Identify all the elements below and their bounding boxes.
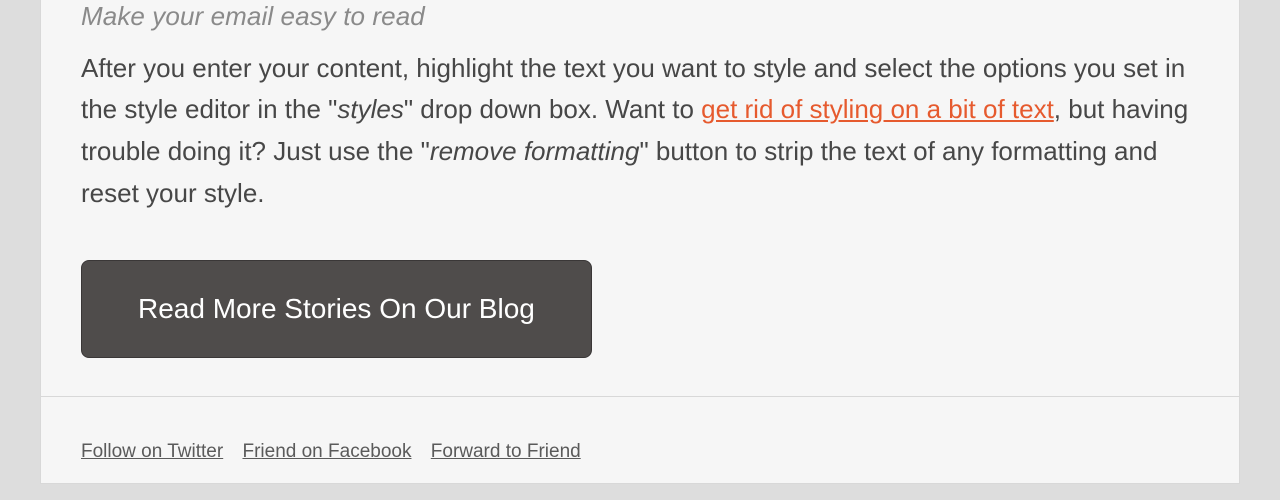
footer-link-facebook[interactable]: Friend on Facebook xyxy=(242,441,411,462)
read-more-button[interactable]: Read More Stories On Our Blog xyxy=(81,260,592,358)
footer-link-forward[interactable]: Forward to Friend xyxy=(431,441,581,462)
footer-link-twitter[interactable]: Follow on Twitter xyxy=(81,441,223,462)
footer-links: Follow on Twitter Friend on Facebook For… xyxy=(81,441,1199,463)
email-card: Make your email easy to read After you e… xyxy=(40,0,1240,484)
styles-term: styles xyxy=(337,94,403,124)
content-region: Make your email easy to read After you e… xyxy=(41,0,1239,396)
body-seg-2: " drop down box. Want to xyxy=(404,94,701,124)
lead-text: Make your email easy to read xyxy=(81,0,1199,34)
footer-region: Follow on Twitter Friend on Facebook For… xyxy=(41,396,1239,483)
remove-styling-link[interactable]: get rid of styling on a bit of text xyxy=(701,94,1054,124)
remove-formatting-term: remove formatting xyxy=(430,136,640,166)
body-paragraph: After you enter your content, highlight … xyxy=(81,48,1199,214)
